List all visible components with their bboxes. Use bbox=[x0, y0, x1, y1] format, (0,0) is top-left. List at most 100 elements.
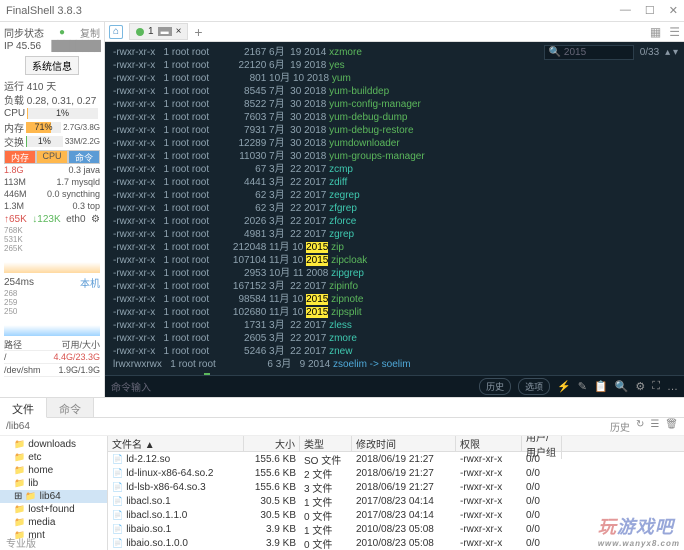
col-name[interactable]: 文件名 ▲ bbox=[108, 436, 244, 451]
file-row[interactable]: 📄libacl.so.130.5 KB1 文件2017/08/23 04:14-… bbox=[108, 494, 684, 508]
col-size[interactable]: 大小 bbox=[244, 436, 300, 451]
refresh-icon[interactable]: ↻ bbox=[636, 419, 644, 434]
terminal-tab[interactable]: 1▬× bbox=[129, 23, 188, 40]
terminal-line: -rwxr-xr-x 1 root root 7931 7月 30 2018 y… bbox=[113, 124, 676, 137]
search-counter: 0/33 bbox=[640, 46, 659, 59]
maximize-button[interactable]: ☐ bbox=[645, 4, 655, 17]
ip-masked: ████████ bbox=[51, 41, 100, 52]
net-scale: 768K531K265K bbox=[4, 226, 100, 253]
grid-icon[interactable]: ▦ bbox=[650, 25, 661, 39]
terminal-line: -rwxr-xr-x 1 root root 67 3月 22 2017 zcm… bbox=[113, 163, 676, 176]
tab-cmd[interactable]: 命令 bbox=[68, 150, 100, 164]
search-input[interactable]: 🔍 2015 bbox=[544, 45, 634, 60]
edition-label: 专业版 bbox=[6, 535, 36, 550]
new-tab-button[interactable]: + bbox=[194, 24, 202, 40]
tab-commands[interactable]: 命令 bbox=[47, 398, 94, 417]
sync-label: 同步状态 bbox=[4, 25, 44, 40]
terminal-line: -rwxr-xr-x 1 root root 167152 3月 22 2017… bbox=[113, 280, 676, 293]
folder-tree: 📁downloads📁etc📁home📁lib⊞ 📁lib64📁lost+fou… bbox=[0, 436, 108, 550]
current-path[interactable]: /lib64 bbox=[6, 421, 30, 432]
terminal-line: -rwxr-xr-x 1 root root 1731 3月 22 2017 z… bbox=[113, 319, 676, 332]
terminal-panel: ⌂ 1▬× + ▦ ☰ 🔍 2015 0/33 ▴ ▾ -rwxr-xr-x 1 … bbox=[105, 22, 684, 397]
prompt: [root@li900-223 ~]# bbox=[113, 373, 676, 375]
file-row[interactable]: 📄ld-lsb-x86-64.so.3155.6 KB3 文件2018/06/1… bbox=[108, 480, 684, 494]
terminal[interactable]: 🔍 2015 0/33 ▴ ▾ -rwxr-xr-x 1 root root 2… bbox=[105, 42, 684, 375]
edit-icon[interactable]: ✎ bbox=[578, 380, 587, 393]
file-row[interactable]: 📄ld-2.12.so155.6 KBSO 文件2018/06/19 21:27… bbox=[108, 452, 684, 466]
terminal-line: -rwxr-xr-x 1 root root 5246 3月 22 2017 z… bbox=[113, 345, 676, 358]
tree-item[interactable]: 📁lib bbox=[0, 477, 107, 490]
sysinfo-button[interactable]: 系统信息 bbox=[25, 56, 79, 75]
terminal-line: -rwxr-xr-x 1 root root 62 3月 22 2017 zfg… bbox=[113, 202, 676, 215]
terminal-line: -rwxr-xr-x 1 root root 4981 3月 22 2017 z… bbox=[113, 228, 676, 241]
col-type[interactable]: 类型 bbox=[300, 436, 352, 451]
tab-close-icon[interactable]: × bbox=[176, 26, 182, 37]
file-row[interactable]: 📄ld-linux-x86-64.so.2155.6 KB2 文件2018/06… bbox=[108, 466, 684, 480]
sidebar: 同步状态●复制 IP 45.56████████ 系统信息 运行 410 天 负… bbox=[0, 22, 105, 397]
history-link[interactable]: 历史 bbox=[610, 419, 630, 434]
cpu-label: CPU bbox=[4, 108, 25, 119]
terminal-line: -rwxr-xr-x 1 root root 7603 7月 30 2018 y… bbox=[113, 111, 676, 124]
search-icon[interactable]: 🔍 bbox=[615, 380, 629, 393]
history-pill[interactable]: 历史 bbox=[479, 378, 511, 395]
terminal-line: -rwxr-xr-x 1 root root 102680 11月 10 201… bbox=[113, 306, 676, 319]
mem-bar: 71% bbox=[26, 122, 61, 133]
watermark: 玩游戏吧www.wanyx8.com bbox=[598, 513, 680, 548]
terminal-line: -rwxr-xr-x 1 root root 2026 3月 22 2017 z… bbox=[113, 215, 676, 228]
gear-icon[interactable]: ⚙ bbox=[91, 214, 100, 225]
command-input[interactable]: 命令输入 bbox=[111, 379, 151, 394]
route-hdr-path: 路径 bbox=[4, 338, 22, 351]
tree-item[interactable]: 📁home bbox=[0, 464, 107, 477]
ip-label: IP 45.56 bbox=[4, 41, 41, 52]
options-pill[interactable]: 选项 bbox=[518, 378, 550, 395]
home-icon[interactable]: ⌂ bbox=[109, 25, 123, 39]
view-icon[interactable]: ☰ bbox=[650, 419, 659, 434]
terminal-line: -rwxr-xr-x 1 root root 11030 7月 30 2018 … bbox=[113, 150, 676, 163]
cpu-bar: 1% bbox=[27, 108, 98, 119]
terminal-line: -rwxr-xr-x 1 root root 22120 6月 19 2018 … bbox=[113, 59, 676, 72]
delete-icon[interactable]: 🗑 bbox=[665, 419, 678, 434]
tree-item[interactable]: 📁lost+found bbox=[0, 503, 107, 516]
list-icon[interactable]: ☰ bbox=[669, 25, 680, 39]
lat-scale: 268259250 bbox=[4, 289, 100, 316]
tab-files[interactable]: 文件 bbox=[0, 398, 47, 418]
titlebar: FinalShell 3.8.3 — ☐ ✕ bbox=[0, 0, 684, 22]
mem-label: 内存 bbox=[4, 120, 24, 135]
route-hdr-size: 可用/大小 bbox=[61, 338, 100, 351]
bolt-icon[interactable]: ⚡ bbox=[557, 380, 571, 393]
terminal-line: -rwxr-xr-x 1 root root 4441 3月 22 2017 z… bbox=[113, 176, 676, 189]
net-up: ↑65K bbox=[4, 214, 27, 225]
lat-graph bbox=[4, 318, 100, 336]
swap-label: 交换 bbox=[4, 134, 24, 149]
host-label[interactable]: 本机 bbox=[80, 275, 100, 290]
gear-icon[interactable]: ⚙ bbox=[635, 380, 645, 393]
status-dot-icon bbox=[136, 28, 144, 36]
file-header: 文件名 ▲ 大小 类型 修改时间 权限 用户/用户组 bbox=[108, 436, 684, 452]
minimize-button[interactable]: — bbox=[620, 4, 631, 17]
col-mtime[interactable]: 修改时间 bbox=[352, 436, 456, 451]
tree-item[interactable]: ⊞ 📁lib64 bbox=[0, 490, 107, 503]
more-icon[interactable]: … bbox=[667, 381, 678, 393]
sync-status-icon: ● bbox=[59, 27, 65, 38]
terminal-tabbar: ⌂ 1▬× + ▦ ☰ bbox=[105, 22, 684, 42]
bottom-tabs: 文件 命令 bbox=[0, 398, 684, 418]
terminal-line: -rwxr-xr-x 1 root root 98584 11月 10 2015… bbox=[113, 293, 676, 306]
tab-cpu[interactable]: CPU bbox=[36, 150, 68, 164]
tree-item[interactable]: 📁media bbox=[0, 516, 107, 529]
terminal-line: -rwxr-xr-x 1 root root 2605 3月 22 2017 z… bbox=[113, 332, 676, 345]
uptime: 运行 410 天 bbox=[4, 78, 56, 93]
col-perm[interactable]: 权限 bbox=[456, 436, 522, 451]
close-button[interactable]: ✕ bbox=[669, 4, 678, 17]
terminal-line: -rwxr-xr-x 1 root root 12289 7月 30 2018 … bbox=[113, 137, 676, 150]
fullscreen-icon[interactable]: ⛶ bbox=[652, 380, 660, 393]
net-down: ↓123K bbox=[32, 214, 60, 225]
clipboard-icon[interactable]: 📋 bbox=[594, 380, 608, 393]
tree-item[interactable]: 📁etc bbox=[0, 451, 107, 464]
copy-link[interactable]: 复制 bbox=[80, 25, 100, 40]
app-title: FinalShell 3.8.3 bbox=[6, 5, 82, 17]
search-nav-icon[interactable]: ▴ ▾ bbox=[665, 46, 678, 59]
tree-item[interactable]: 📁downloads bbox=[0, 438, 107, 451]
terminal-line: -rwxr-xr-x 1 root root 212048 11月 10 201… bbox=[113, 241, 676, 254]
terminal-line: -rwxr-xr-x 1 root root 8545 7月 30 2018 y… bbox=[113, 85, 676, 98]
tab-mem[interactable]: 内存 bbox=[4, 150, 36, 164]
